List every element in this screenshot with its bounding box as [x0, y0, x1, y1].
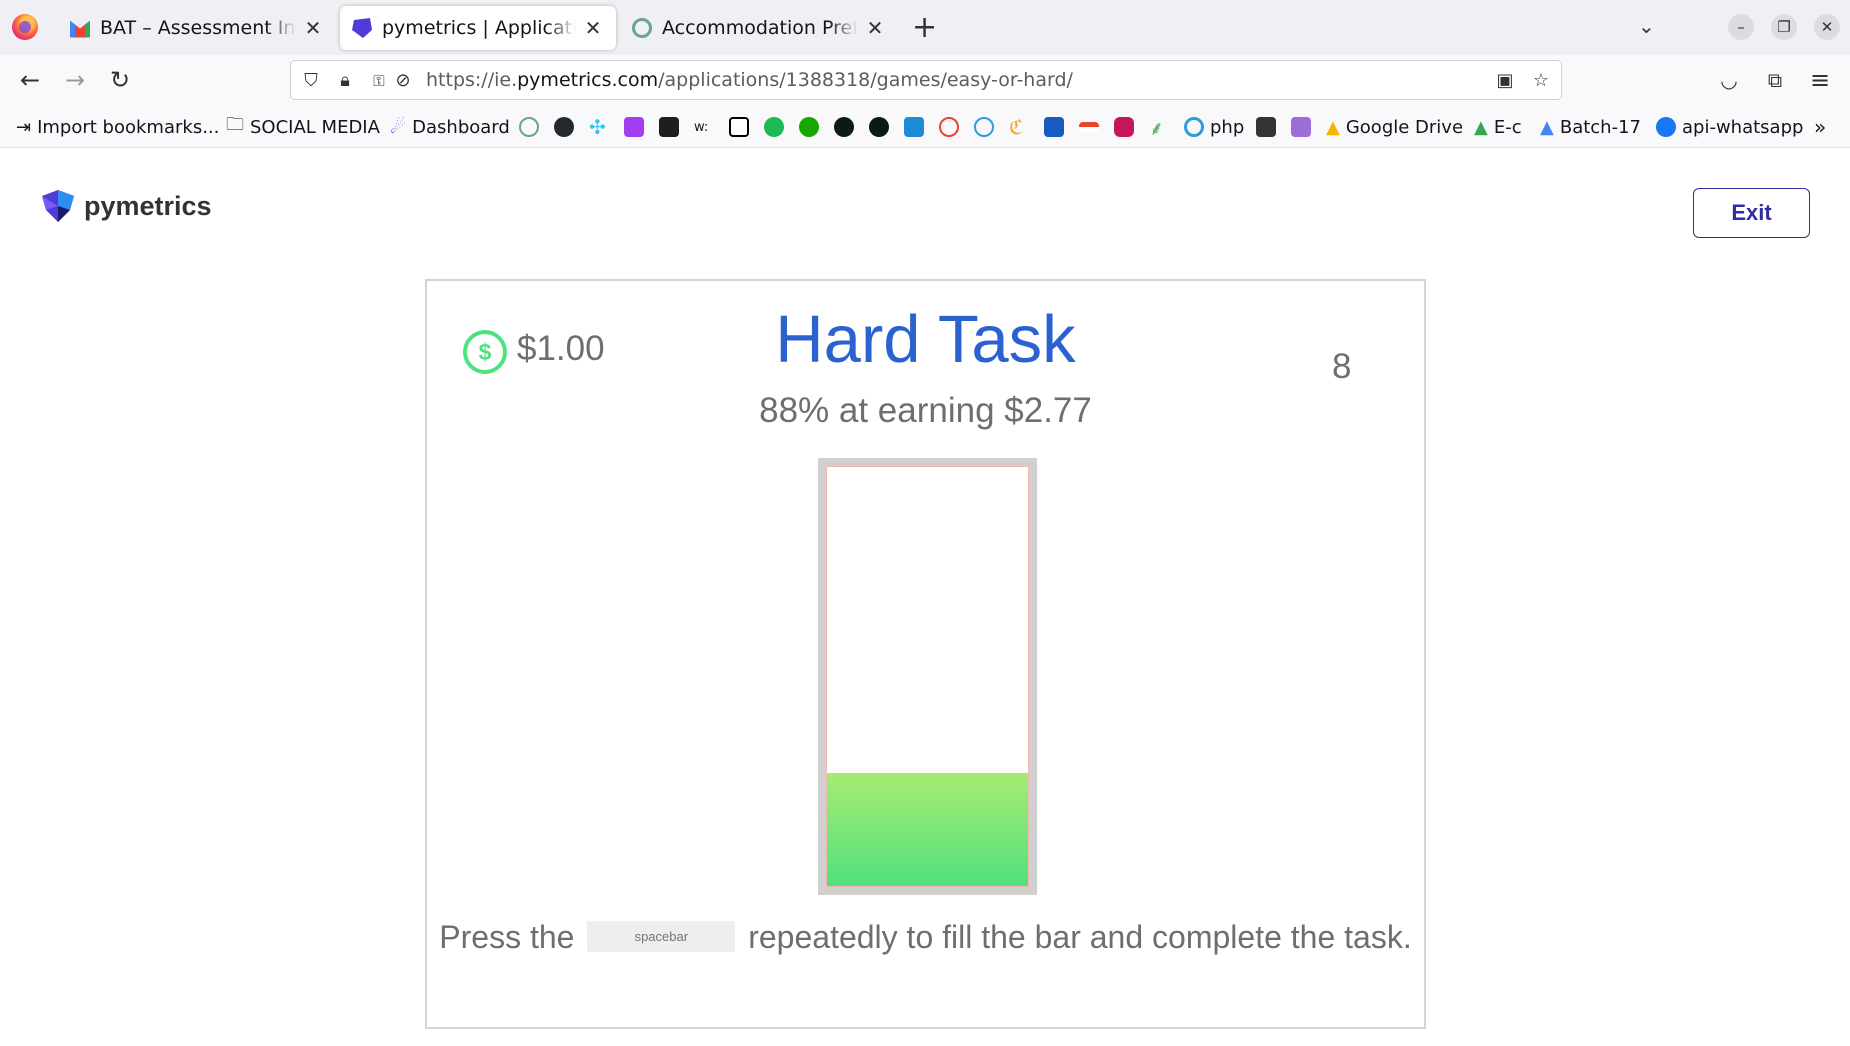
- bookmark-php[interactable]: php: [1184, 115, 1244, 139]
- dark-circle-icon[interactable]: [869, 117, 889, 137]
- w-icon[interactable]: w:: [694, 115, 708, 139]
- leaf-icon[interactable]: ⸙: [1149, 115, 1164, 140]
- import-icon: ⇥: [16, 116, 32, 138]
- permissions-icon[interactable]: ⚿: [367, 69, 391, 93]
- tab-gmail[interactable]: BAT – Assessment Invitation ✕: [58, 0, 336, 55]
- camera-icon[interactable]: [1114, 117, 1134, 137]
- google-drive-icon: ▲: [1474, 116, 1488, 138]
- instruction-text: Press the spacebar repeatedly to fill th…: [439, 919, 1412, 955]
- list-tabs-chevron-icon[interactable]: ⌄: [1638, 14, 1655, 38]
- gmail-icon: [70, 20, 90, 38]
- s-icon[interactable]: [904, 117, 924, 137]
- folder-icon: 🗀: [226, 114, 244, 135]
- openai-icon: [632, 17, 652, 38]
- back-icon[interactable]: ←: [15, 65, 45, 95]
- facebook-icon: [1656, 117, 1676, 137]
- firefox-icon[interactable]: [12, 14, 38, 40]
- progress-bar-track: [826, 466, 1029, 887]
- progress-bar-fill: [827, 772, 1028, 886]
- tab-title: Accommodation Preferences: [662, 16, 858, 39]
- github-icon[interactable]: [554, 117, 574, 137]
- bookmark-import[interactable]: ⇥ Import bookmarks...: [16, 115, 219, 139]
- tab-strip: BAT – Assessment Invitation ✕ pymetrics …: [0, 0, 1850, 55]
- close-icon[interactable]: ✕: [302, 16, 324, 40]
- bookmark-e-c[interactable]: ▲ E-c: [1474, 115, 1522, 139]
- purple-play-icon[interactable]: [624, 117, 644, 137]
- exit-button[interactable]: Exit: [1693, 188, 1810, 238]
- bookmark-api-whatsapp[interactable]: api-whatsapp: [1656, 115, 1803, 139]
- tab-pymetrics[interactable]: pymetrics | Application - Easy or Hard ✕: [340, 6, 616, 50]
- page-content: pymetrics Exit $ $1.00 Hard Task 8 88% a…: [0, 148, 1850, 1046]
- address-bar[interactable]: ⛉ 🔒︎ ⚿ ⊘ https://ie.pymetrics.com/applic…: [290, 60, 1562, 100]
- pocket-icon[interactable]: ◡: [1714, 65, 1744, 95]
- flag-icon[interactable]: [1079, 122, 1099, 132]
- reader-view-icon[interactable]: ▣: [1493, 69, 1517, 93]
- bookmark-social-media[interactable]: 🗀 SOCIAL MEDIA: [226, 114, 380, 139]
- dashboard-icon: ☄: [390, 116, 407, 138]
- tab-title: BAT – Assessment Invitation: [100, 16, 296, 39]
- p-icon[interactable]: [974, 117, 994, 137]
- bookmark-star-icon[interactable]: ☆: [1529, 69, 1553, 93]
- close-icon[interactable]: ✕: [582, 16, 604, 40]
- reward-probability: 88% at earning $2.77: [759, 391, 1092, 430]
- bookmark-google-drive[interactable]: ▲ Google Drive: [1326, 115, 1463, 139]
- task-title: Hard Task: [775, 302, 1076, 377]
- word-icon[interactable]: [1044, 117, 1064, 137]
- tab-title: pymetrics | Application - Easy or Hard: [382, 17, 576, 39]
- c-icon[interactable]: ℭ: [1009, 115, 1023, 139]
- tracking-off-icon[interactable]: ⊘: [391, 69, 415, 93]
- openai-icon[interactable]: [519, 117, 539, 137]
- minimize-icon[interactable]: –: [1728, 14, 1754, 40]
- brand-name: pymetrics: [84, 190, 212, 221]
- reload-icon[interactable]: ↻: [105, 65, 135, 95]
- close-window-icon[interactable]: ✕: [1814, 14, 1840, 40]
- restore-icon[interactable]: ❐: [1771, 14, 1797, 40]
- bookmark-dashboard[interactable]: ☄ Dashboard: [390, 115, 510, 139]
- game-card: $ $1.00 Hard Task 8 88% at earning $2.77…: [425, 279, 1426, 1029]
- countdown-counter: 8: [1332, 347, 1352, 386]
- url-text[interactable]: https://ie.pymetrics.com/applications/13…: [426, 69, 1073, 91]
- pymetrics-logo-icon: [42, 190, 74, 222]
- google-drive-icon: ▲: [1326, 116, 1340, 138]
- php-icon: [1184, 117, 1204, 137]
- slack-icon[interactable]: ✣: [589, 115, 606, 139]
- lock-icon[interactable]: 🔒︎: [333, 69, 357, 93]
- bookmarks-toolbar: ⇥ Import bookmarks... 🗀 SOCIAL MEDIA ☄ D…: [0, 105, 1850, 148]
- figma-icon[interactable]: [659, 117, 679, 137]
- forward-icon[interactable]: →: [60, 65, 90, 95]
- h-icon[interactable]: [1291, 117, 1311, 137]
- spacebar-key[interactable]: spacebar: [587, 921, 736, 953]
- bookmark-batch-17[interactable]: ▲ Batch-17: [1540, 115, 1641, 139]
- close-icon[interactable]: ✕: [864, 16, 886, 40]
- more-bookmarks-chevron-icon[interactable]: »: [1814, 115, 1826, 139]
- trello-icon[interactable]: [1256, 117, 1276, 137]
- new-tab-icon[interactable]: +: [912, 10, 937, 45]
- green-f-icon[interactable]: [764, 117, 784, 137]
- brand-logo: pymetrics: [40, 188, 212, 224]
- pymetrics-icon: [352, 18, 372, 38]
- navigation-toolbar: ← → ↻ ⛉ 🔒︎ ⚿ ⊘ https://ie.pymetrics.com/…: [0, 55, 1850, 105]
- notion-icon[interactable]: [729, 117, 749, 137]
- tab-accommodation[interactable]: Accommodation Preferences ✕: [620, 0, 898, 55]
- shield-icon[interactable]: ⛉: [299, 69, 323, 93]
- face-icon[interactable]: [939, 117, 959, 137]
- upwork-icon[interactable]: [799, 117, 819, 137]
- google-drive-icon: ▲: [1540, 116, 1554, 138]
- extensions-icon[interactable]: ⧉: [1760, 65, 1790, 95]
- menu-icon[interactable]: ≡: [1805, 65, 1835, 95]
- dark-circle-icon[interactable]: [834, 117, 854, 137]
- progress-bar-frame: [818, 458, 1037, 895]
